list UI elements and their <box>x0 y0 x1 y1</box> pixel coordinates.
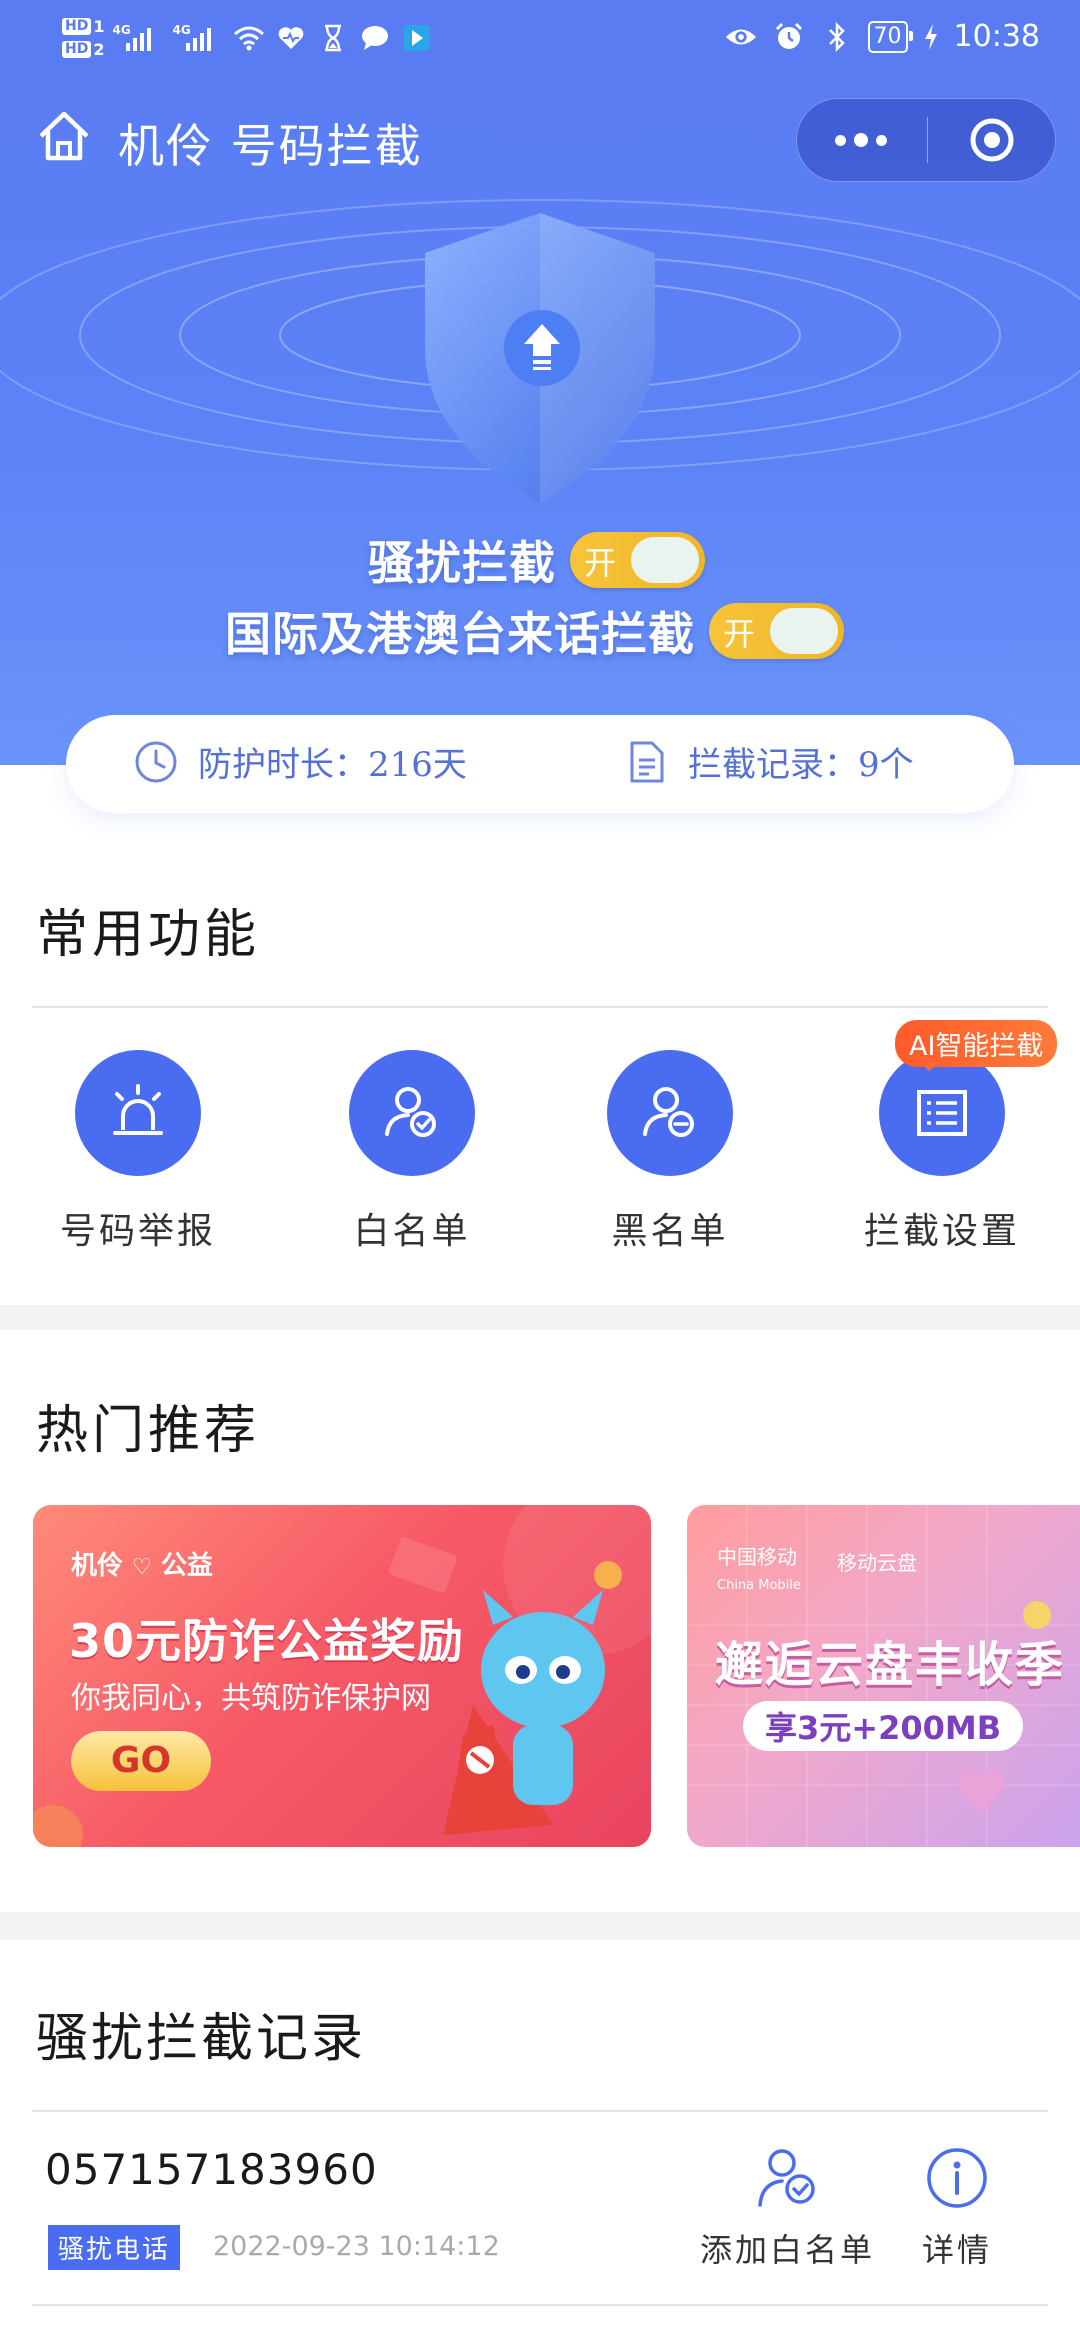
protect-duration: 防护时长：216天 <box>132 737 467 786</box>
battery-indicator: 70 <box>867 20 913 53</box>
document-icon <box>630 741 664 782</box>
banner2-offer: 享3元+200MB <box>743 1701 1024 1751</box>
hourglass-icon <box>316 23 350 53</box>
func-whitelist[interactable]: 白名单 <box>312 1050 512 1254</box>
toggle-knob <box>631 537 699 583</box>
section-gap <box>0 1912 1080 1940</box>
common-functions-title: 常用功能 <box>36 905 261 965</box>
mascot-illustration <box>443 1590 605 1835</box>
toggle-knob <box>770 608 838 654</box>
intercept-records-title: 骚扰拦截记录 <box>36 2009 367 2069</box>
chat-icon <box>358 23 392 53</box>
intercept-count[interactable]: 拦截记录：9个 <box>622 737 914 786</box>
list-icon <box>879 1050 1005 1176</box>
intl-toggle-switch[interactable]: 开 <box>709 603 844 659</box>
charging-icon <box>922 22 940 52</box>
clock-icon <box>135 741 177 782</box>
section-divider <box>32 1006 1048 1008</box>
row-divider <box>32 2304 1048 2306</box>
add-whitelist-button[interactable]: 添加白名单 <box>700 2145 875 2271</box>
user-minus-icon <box>607 1050 733 1176</box>
wifi-icon <box>232 23 266 53</box>
heart-icon <box>274 23 308 53</box>
clock: 10:38 <box>953 19 1040 54</box>
record-phone: 057157183960 <box>45 2145 378 2194</box>
hero-banner: HD 1 HD 2 4G 4G 70 10:38 机伶 号码拦截 骚扰拦截 开 … <box>0 0 1080 765</box>
banner-subtitle: 你我同心，共筑防诈保护网 <box>71 1681 431 1716</box>
harassment-toggle-switch[interactable]: 开 <box>570 532 705 588</box>
record-time: 2022-09-23 10:14:12 <box>213 2231 500 2262</box>
harassment-toggle-label: 骚扰拦截 <box>368 536 556 590</box>
intl-toggle-label: 国际及港澳台来话拦截 <box>225 607 695 661</box>
func-intercept-settings[interactable]: 拦截设置 <box>842 1050 1042 1254</box>
banner2-brand2: 移动云盘 <box>837 1551 917 1575</box>
alarm-icon <box>772 22 806 52</box>
intl-toggle-row: 国际及港澳台来话拦截 开 <box>225 598 844 664</box>
details-button[interactable]: 详情 <box>922 2145 992 2271</box>
signal-icon: 4G <box>172 23 224 53</box>
record-tag: 骚扰电话 <box>48 2225 181 2270</box>
banner-brand: 机伶 ♡ 公益 <box>71 1551 213 1581</box>
promo-banner-antifraud[interactable]: 机伶 ♡ 公益 30元防诈公益奖励 你我同心，共筑防诈保护网 GO <box>33 1505 651 1847</box>
user-check-icon <box>349 1050 475 1176</box>
section-gap <box>0 1305 1080 1330</box>
user-check-icon <box>757 2149 815 2207</box>
promo-banner-cloud[interactable]: 中国移动 China Mobile 移动云盘 邂逅云盘丰收季 享3元+200MB <box>687 1505 1080 1847</box>
bluetooth-icon <box>820 21 854 52</box>
app-icon <box>400 23 434 53</box>
hd-indicator: HD 1 HD 2 <box>62 17 104 59</box>
shield-icon <box>425 213 655 503</box>
ai-intercept-badge: AI智能拦截 <box>895 1020 1058 1071</box>
stats-card: 防护时长：216天 拦截记录：9个 <box>66 715 1014 813</box>
hot-recommend-title: 热门推荐 <box>36 1401 261 1461</box>
banner2-brand: 中国移动 China Mobile <box>717 1545 801 1593</box>
banner-go-button[interactable]: GO <box>71 1731 211 1791</box>
info-icon <box>927 2148 987 2208</box>
eye-icon <box>724 22 758 52</box>
harassment-toggle-row: 骚扰拦截 开 <box>368 527 705 593</box>
signal-icon: 4G <box>112 23 164 53</box>
banner-headline: 30元防诈公益奖励 <box>69 1614 465 1668</box>
alarm-light-icon <box>75 1050 201 1176</box>
record-row: 057157183960 骚扰电话 2022-09-23 10:14:12 添加… <box>0 2115 1080 2305</box>
banner2-headline: 邂逅云盘丰收季 <box>715 1637 1066 1693</box>
func-report-number[interactable]: 号码举报 <box>38 1050 238 1254</box>
status-bar: HD 1 HD 2 4G 4G 70 10:38 <box>0 0 1080 75</box>
func-blacklist[interactable]: 黑名单 <box>570 1050 770 1254</box>
section-divider <box>32 2110 1048 2112</box>
